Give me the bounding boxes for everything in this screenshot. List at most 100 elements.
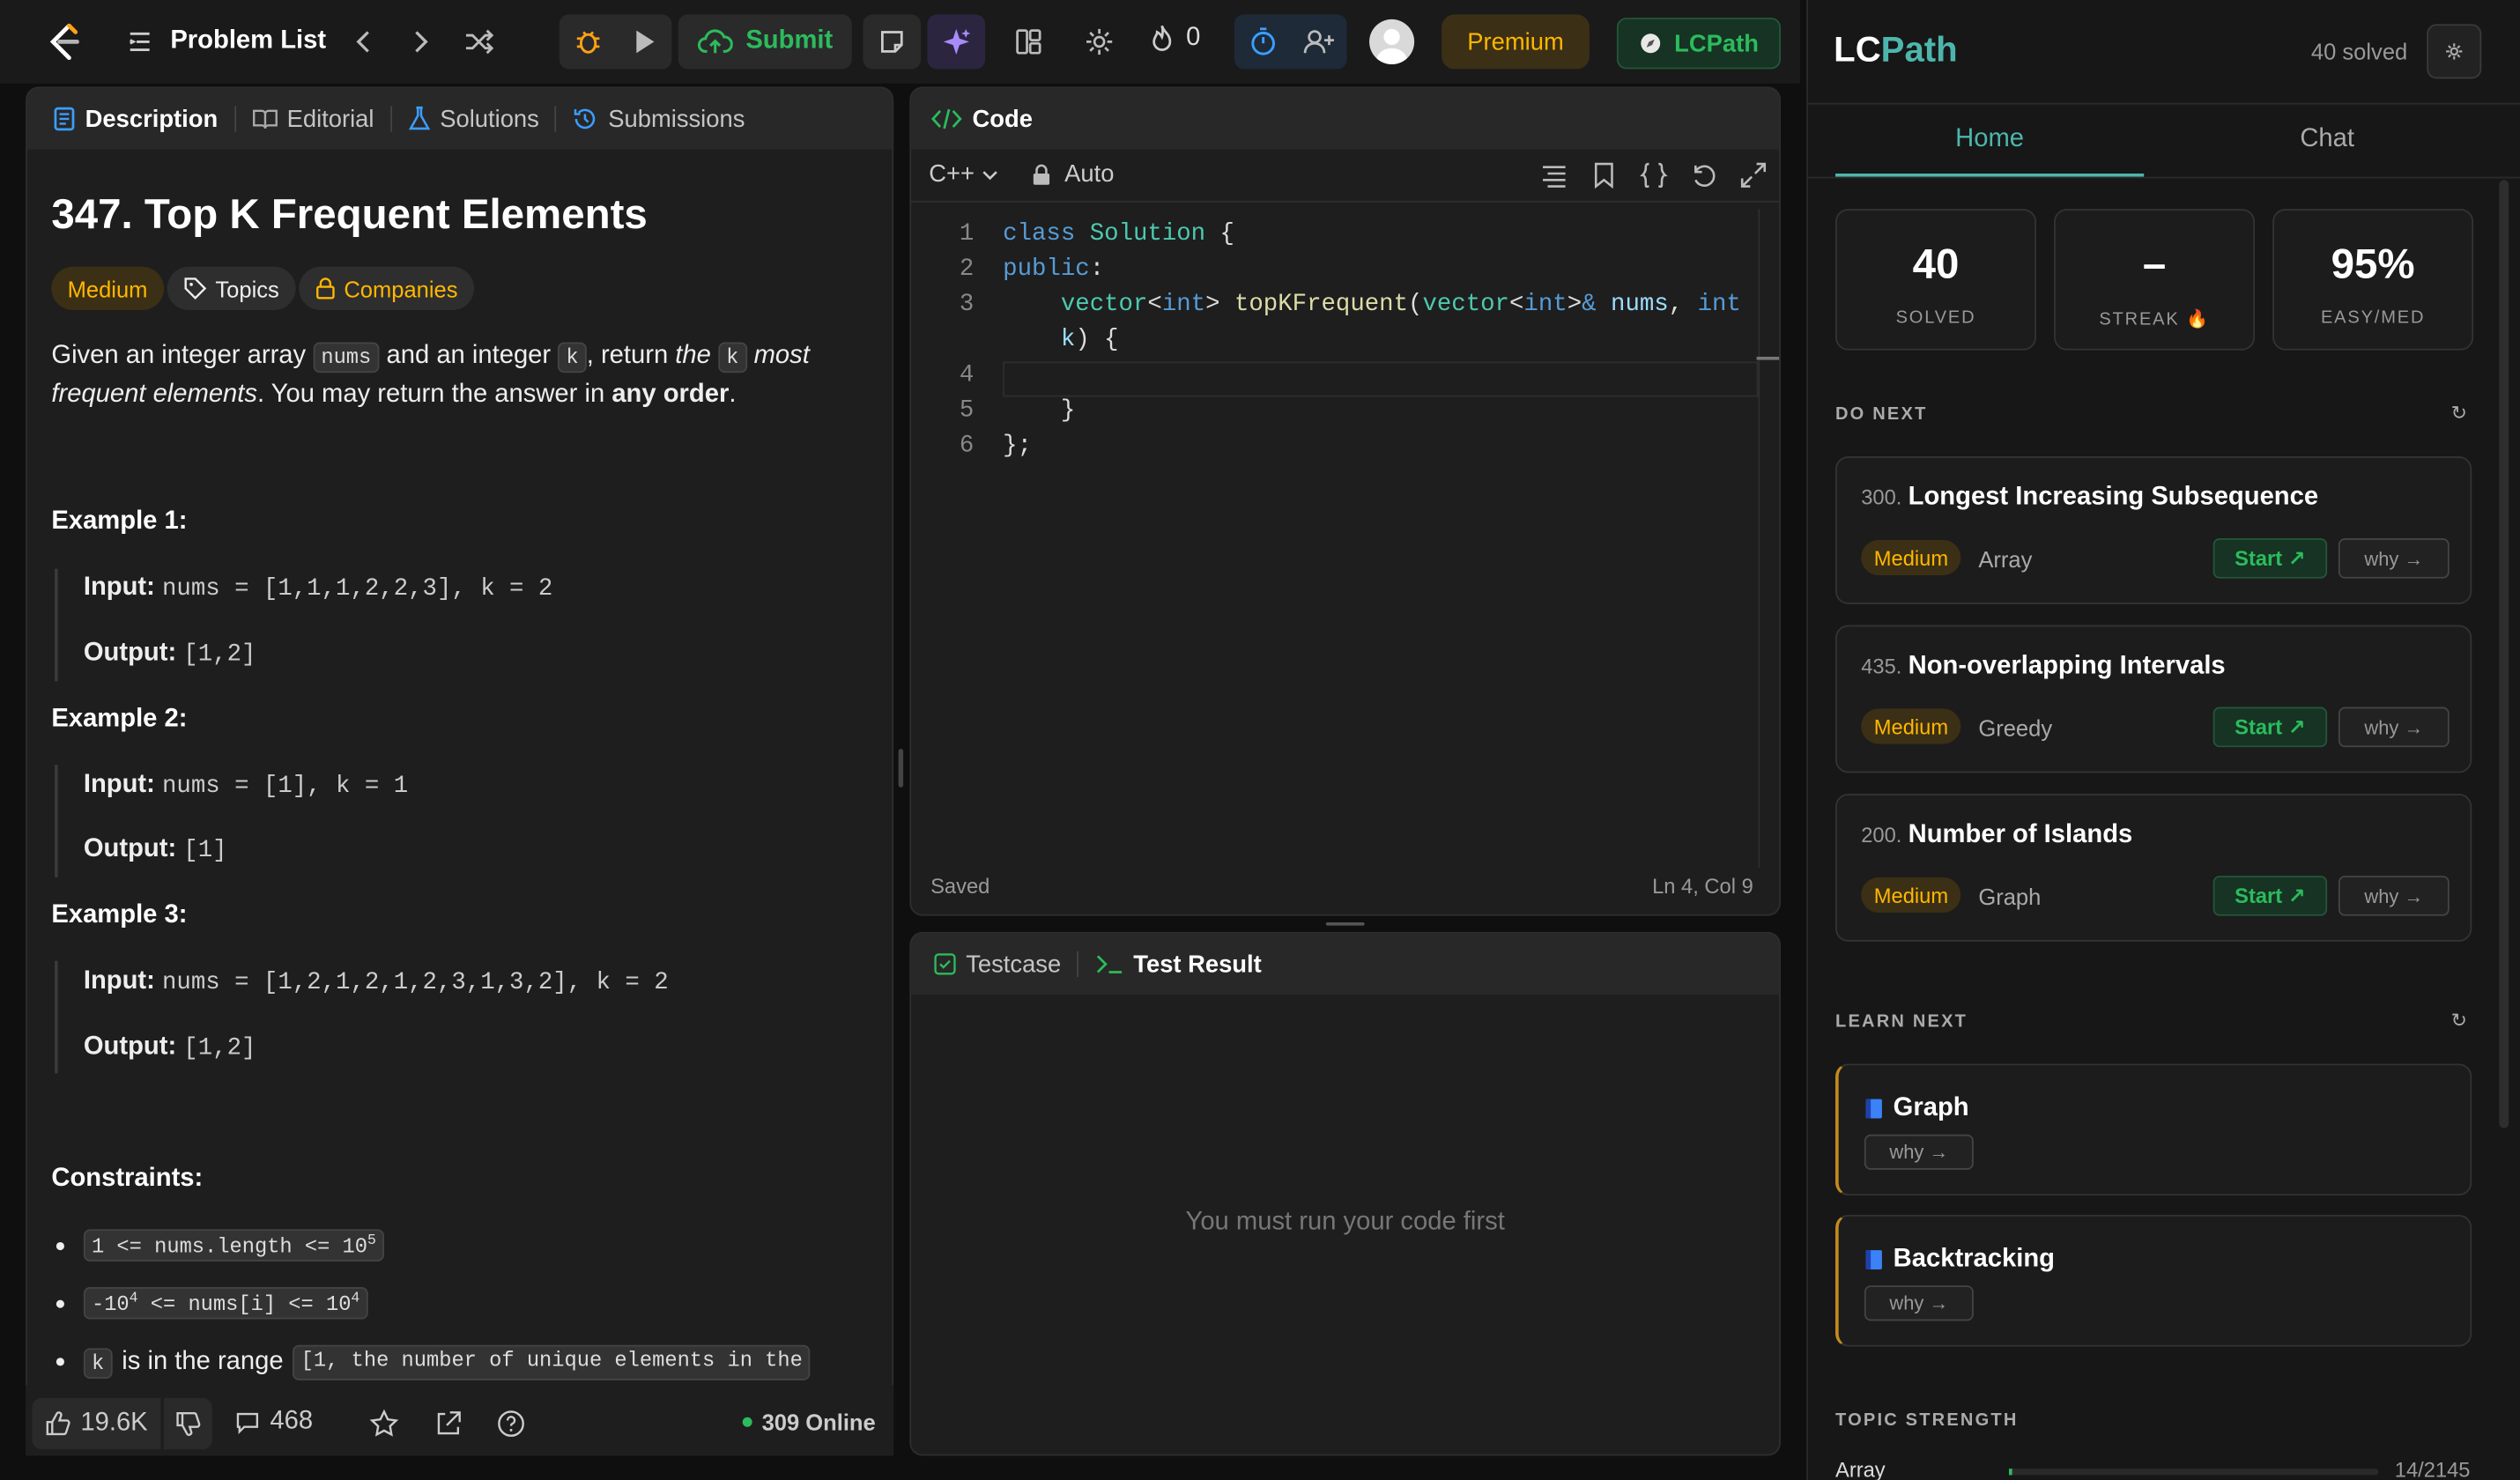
example-bar bbox=[55, 568, 58, 682]
refresh-icon[interactable]: ↻ bbox=[2451, 402, 2467, 425]
learn-card[interactable]: Backtracking why → bbox=[1835, 1214, 2472, 1347]
tab-testcase[interactable]: Testcase bbox=[966, 951, 1061, 978]
like-button[interactable]: 19.6K bbox=[32, 1397, 161, 1450]
streak-counter[interactable]: 0 bbox=[1147, 23, 1200, 55]
example-input: Input: nums = [1,1,1,2,2,3], k = 2 bbox=[84, 574, 552, 603]
difficulty-badge: Medium bbox=[51, 266, 164, 311]
topic-strength-row: Array 14/2145 bbox=[1835, 1453, 2479, 1480]
recommendation-card[interactable]: 200. Number of Islands Medium Graph Start… bbox=[1835, 794, 2472, 942]
line-number: 5 bbox=[959, 396, 975, 425]
run-icon[interactable] bbox=[626, 23, 664, 62]
settings-gear-icon[interactable] bbox=[2427, 24, 2482, 79]
inline-code: [1, the number of unique elements in the bbox=[293, 1344, 812, 1380]
bookmark-icon[interactable] bbox=[1591, 160, 1617, 189]
start-button[interactable]: Start ↗ bbox=[2212, 538, 2328, 579]
reset-icon[interactable] bbox=[1689, 160, 1718, 189]
current-line-highlight[interactable] bbox=[1003, 361, 1759, 397]
desc-text: , return bbox=[586, 342, 676, 370]
why-button[interactable]: why → bbox=[2338, 876, 2450, 916]
code-panel: Code bbox=[909, 86, 1781, 916]
why-button[interactable]: why → bbox=[1864, 1134, 1974, 1170]
shuffle-icon[interactable] bbox=[460, 23, 499, 62]
test-tabs: Testcase Test Result bbox=[911, 933, 1780, 995]
format-icon[interactable] bbox=[1539, 160, 1568, 189]
companies-tag[interactable]: Companies bbox=[299, 266, 474, 311]
tab-submissions[interactable]: Submissions bbox=[608, 105, 745, 132]
learn-card[interactable]: Graph why → bbox=[1835, 1063, 2472, 1196]
expand-icon[interactable] bbox=[1739, 160, 1768, 189]
code-line[interactable]: vector<int> topKFrequent(vector<int>& nu… bbox=[1003, 291, 1741, 318]
why-button[interactable]: why → bbox=[2338, 538, 2450, 579]
why-button[interactable]: why → bbox=[1864, 1285, 1974, 1321]
debug-icon[interactable] bbox=[569, 23, 608, 62]
constraint-text: <= nums[i] <= 10 bbox=[137, 1292, 352, 1317]
code-line[interactable]: k) { bbox=[1003, 326, 1119, 353]
code-line[interactable]: }; bbox=[1003, 433, 1032, 460]
sidebar-scrollbar[interactable] bbox=[2499, 180, 2509, 1128]
tab-description[interactable]: Description bbox=[85, 105, 219, 132]
desc-text: and an integer bbox=[379, 342, 559, 370]
code-line[interactable]: public: bbox=[1003, 255, 1104, 283]
premium-button[interactable]: Premium bbox=[1442, 14, 1590, 70]
output-label: Output: bbox=[83, 835, 177, 863]
tab-divider bbox=[389, 106, 392, 132]
thumbs-up-icon bbox=[45, 1410, 70, 1436]
submit-label: Submit bbox=[745, 27, 834, 56]
topics-label: Topics bbox=[215, 275, 279, 301]
chevron-down-icon[interactable] bbox=[981, 166, 1000, 182]
output-label: Output: bbox=[83, 1032, 177, 1061]
tab-solutions[interactable]: Solutions bbox=[440, 105, 539, 132]
tab-chat[interactable]: Chat bbox=[2173, 125, 2481, 154]
output-value: [1,2] bbox=[183, 1034, 256, 1062]
add-user-icon[interactable] bbox=[1301, 23, 1339, 62]
streak-count: 0 bbox=[1186, 24, 1201, 52]
gear-icon[interactable] bbox=[1080, 23, 1119, 62]
start-button[interactable]: Start ↗ bbox=[2212, 707, 2328, 748]
braces-icon[interactable] bbox=[1639, 160, 1668, 189]
recommendation-card[interactable]: 300. Longest Increasing Subsequence Mediu… bbox=[1835, 456, 2472, 604]
lcpath-button[interactable]: LCPath bbox=[1616, 18, 1781, 70]
problem-list-button[interactable]: Problem List bbox=[125, 23, 326, 62]
code-tab-header: Code bbox=[911, 88, 1780, 150]
help-icon[interactable] bbox=[497, 1410, 526, 1439]
why-button[interactable]: why → bbox=[2338, 707, 2450, 748]
card-title: 300. Longest Increasing Subsequence bbox=[1861, 484, 2318, 513]
start-button[interactable]: Start ↗ bbox=[2212, 876, 2328, 916]
language-select[interactable]: C++ bbox=[929, 160, 975, 188]
input-value: nums = [1,1,1,2,2,3], k = 2 bbox=[161, 574, 553, 603]
example-heading: Example 2: bbox=[51, 705, 188, 733]
example-bar bbox=[55, 960, 58, 1074]
sparkle-icon[interactable] bbox=[937, 23, 975, 62]
refresh-icon[interactable]: ↻ bbox=[2451, 1009, 2467, 1032]
recommendation-card[interactable]: 435. Non-overlapping Intervals Medium Gre… bbox=[1835, 625, 2472, 773]
avatar[interactable] bbox=[1369, 18, 1415, 64]
editor-scrollbar-track[interactable] bbox=[1758, 209, 1760, 868]
tab-test-result[interactable]: Test Result bbox=[1133, 951, 1261, 978]
code-line[interactable]: } bbox=[1003, 397, 1075, 425]
layout-icon[interactable] bbox=[1009, 23, 1048, 62]
thumbs-down-icon[interactable] bbox=[164, 1397, 212, 1450]
topics-tag[interactable]: Topics bbox=[167, 266, 296, 311]
code-icon bbox=[930, 106, 962, 131]
tab-home[interactable]: Home bbox=[1835, 125, 2144, 154]
example-heading: Example 3: bbox=[51, 901, 188, 929]
tab-editorial[interactable]: Editorial bbox=[287, 105, 374, 132]
leetcode-logo-icon[interactable] bbox=[41, 19, 86, 64]
strength-bar bbox=[2009, 1469, 2379, 1476]
exponent: 4 bbox=[129, 1290, 138, 1306]
tab-code[interactable]: Code bbox=[973, 105, 1033, 132]
panel-resize-handle[interactable] bbox=[898, 748, 904, 788]
card-title: 200. Number of Islands bbox=[1861, 821, 2132, 850]
comments-button[interactable]: 468 bbox=[234, 1408, 313, 1437]
prev-problem-icon[interactable] bbox=[344, 23, 382, 62]
auto-mode[interactable]: Auto bbox=[1064, 160, 1114, 188]
next-problem-icon[interactable] bbox=[402, 23, 441, 62]
divider bbox=[1806, 102, 2520, 105]
code-line[interactable]: class Solution { bbox=[1003, 220, 1234, 248]
star-icon[interactable] bbox=[369, 1409, 399, 1439]
vertical-resize-handle[interactable] bbox=[1325, 921, 1365, 926]
submit-button[interactable]: Submit bbox=[678, 14, 852, 70]
share-icon[interactable] bbox=[434, 1410, 463, 1439]
timer-icon[interactable] bbox=[1244, 23, 1283, 62]
notes-icon[interactable] bbox=[872, 23, 911, 62]
